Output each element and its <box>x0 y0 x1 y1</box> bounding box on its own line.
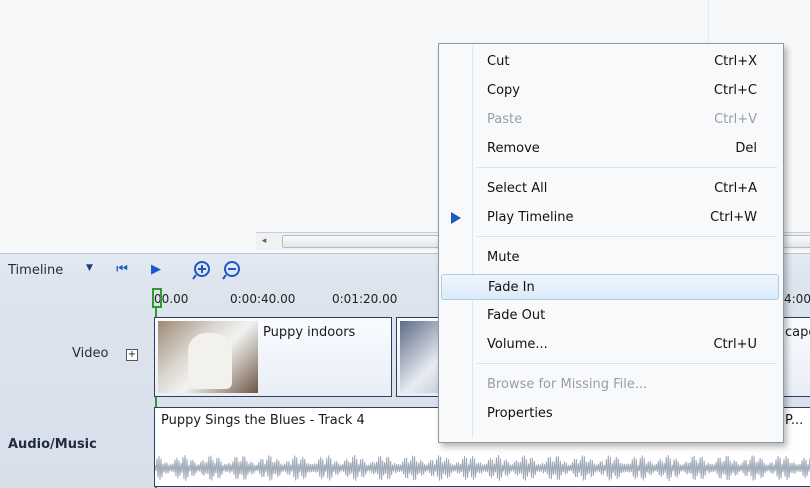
menu-item-remove[interactable]: Remove Del <box>441 136 779 162</box>
menu-item-volume[interactable]: Volume... Ctrl+U <box>441 332 779 358</box>
audio-clip-title: Puppy Sings the Blues - Track 4 <box>161 413 365 428</box>
context-menu: Cut Ctrl+X Copy Ctrl+C Paste Ctrl+V Remove Del S… <box>438 43 784 443</box>
audio-waveform <box>155 455 810 481</box>
menu-item-label: Fade In <box>488 280 535 295</box>
menu-item-cut[interactable]: Cut Ctrl+X <box>441 49 779 75</box>
menu-item-paste: Paste Ctrl+V <box>441 107 779 133</box>
menu-item-label: Cut <box>487 54 510 69</box>
zoom-in-icon[interactable] <box>192 260 212 280</box>
menu-item-browse-for-missing-file: Browse for Missing File... <box>441 372 779 398</box>
menu-item-copy[interactable]: Copy Ctrl+C <box>441 78 779 104</box>
menu-separator <box>477 363 777 364</box>
skip-back-icon[interactable]: ⏮ <box>112 260 132 280</box>
menu-separator <box>477 236 777 237</box>
playhead[interactable] <box>152 288 162 308</box>
menu-item-select-all[interactable]: Select All Ctrl+A <box>441 176 779 202</box>
menu-item-label: Paste <box>487 112 523 127</box>
menu-item-shortcut: Del <box>735 141 757 156</box>
menu-item-label: Volume... <box>487 337 548 352</box>
clip-title: Puppy indoors <box>263 325 356 340</box>
video-track-label: Video <box>72 346 109 361</box>
video-clip[interactable]: Puppy indoors <box>154 317 392 397</box>
expand-icon[interactable]: + <box>126 349 138 361</box>
menu-item-label: Play Timeline <box>487 210 574 225</box>
zoom-out-icon[interactable] <box>222 260 242 280</box>
menu-item-properties[interactable]: Properties <box>441 401 779 427</box>
timeline-title[interactable]: Timeline <box>8 263 63 278</box>
menu-item-label: Select All <box>487 181 548 196</box>
clip-title: cape <box>785 325 810 340</box>
scroll-left-icon[interactable]: ◂ <box>256 233 272 250</box>
menu-item-shortcut: Ctrl+X <box>714 54 757 69</box>
menu-item-label: Fade Out <box>487 308 546 323</box>
menu-item-label: Remove <box>487 141 540 156</box>
video-clip[interactable]: cape <box>782 317 810 397</box>
play-icon <box>451 212 461 224</box>
menu-item-shortcut: Ctrl+U <box>713 337 757 352</box>
menu-item-shortcut: Ctrl+A <box>714 181 757 196</box>
menu-item-label: Browse for Missing File... <box>487 377 648 392</box>
menu-item-play-timeline[interactable]: Play Timeline Ctrl+W <box>441 205 779 231</box>
audio-track-label: Audio/Music <box>8 437 97 452</box>
menu-item-fade-out[interactable]: Fade Out <box>441 303 779 329</box>
clip-thumbnail <box>158 321 258 393</box>
chevron-down-icon[interactable]: ▼ <box>86 263 93 273</box>
menu-separator <box>477 167 777 168</box>
menu-item-fade-in[interactable]: Fade In <box>441 274 779 300</box>
menu-item-shortcut: Ctrl+W <box>710 210 757 225</box>
ruler-label: 0:00:40.00 <box>230 292 296 306</box>
play-icon[interactable]: ▶ <box>146 260 166 280</box>
ruler-label: 0:01:20.00 <box>332 292 398 306</box>
ruler-label: 4:00 <box>784 292 810 306</box>
audio-clip-title: P... <box>785 413 804 428</box>
menu-item-label: Mute <box>487 250 520 265</box>
menu-item-label: Properties <box>487 406 553 421</box>
menu-item-shortcut: Ctrl+V <box>714 112 757 127</box>
menu-item-mute[interactable]: Mute <box>441 245 779 271</box>
menu-item-label: Copy <box>487 83 520 98</box>
menu-item-shortcut: Ctrl+C <box>713 83 757 98</box>
